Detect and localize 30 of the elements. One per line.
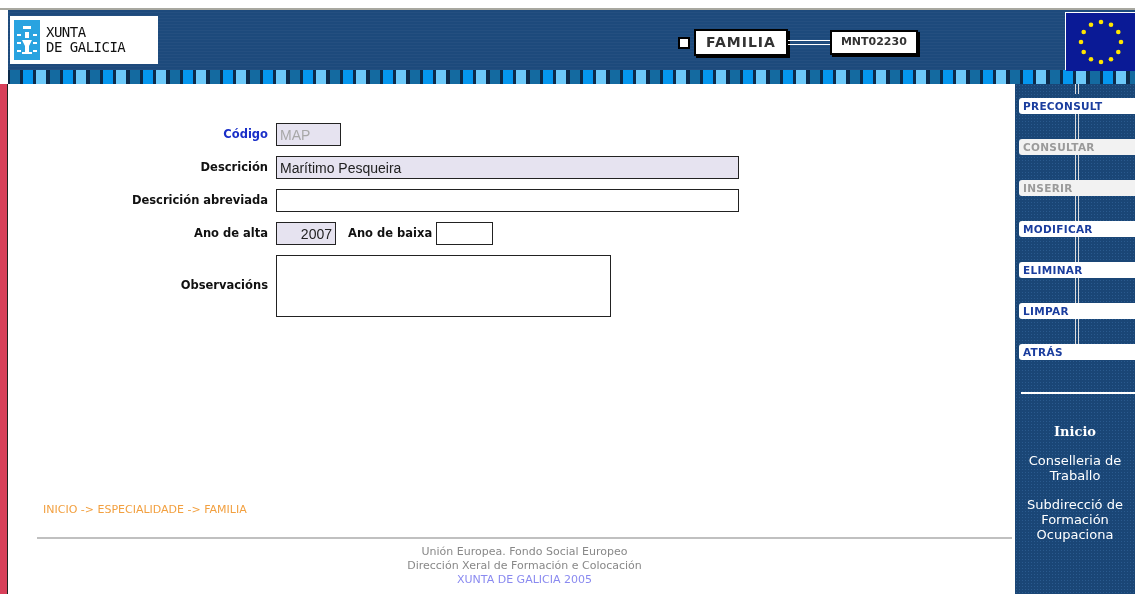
field-label: Ano de alta: [193, 224, 269, 242]
field-label: Ano de baixa: [348, 224, 433, 242]
input-field[interactable]: [276, 189, 739, 212]
flag-icon: [1066, 13, 1135, 71]
page-title: FAMILIA: [694, 29, 788, 56]
sidebar-link[interactable]: Conselleria de Traballo: [1015, 453, 1135, 483]
memo-field[interactable]: [276, 255, 611, 317]
logo-text: XUNTA DE GALICIA: [46, 25, 126, 55]
field-label: Código: [222, 125, 269, 143]
action-button[interactable]: MODIFICAR: [1019, 221, 1135, 237]
footer-text: Dirección Xeral de Formación e Colocación: [406, 559, 643, 573]
action-button[interactable]: ELIMINAR: [1019, 262, 1135, 278]
field-label: Descrición abreviada: [130, 191, 269, 209]
input-field[interactable]: [436, 222, 494, 245]
input-field[interactable]: 2007: [276, 222, 336, 245]
field-label: Observacións: [179, 277, 269, 295]
action-button[interactable]: PRECONSULT: [1019, 98, 1135, 114]
sidebar-link[interactable]: Inicio: [1015, 424, 1135, 439]
footer-text: XUNTA DE GALICIA 2005: [456, 573, 593, 587]
square-icon: [678, 36, 690, 49]
action-button[interactable]: ATRÁS: [1019, 344, 1135, 360]
action-button[interactable]: LIMPAR: [1019, 303, 1135, 319]
sidebar-link[interactable]: Subdirecció de Formación Ocupaciona: [1015, 497, 1135, 542]
screen-code: MNT02230: [829, 30, 918, 55]
field-label: Descrición: [199, 158, 269, 176]
breadcrumb-text: INICIO -> ESPECIALIDADE -> FAMILIA: [43, 502, 247, 518]
input-field[interactable]: Marítimo Pesqueira: [276, 156, 739, 179]
crest-icon: [14, 20, 40, 60]
connector-line: [787, 40, 830, 45]
footer-text: Unión Europea. Fondo Social Europeo: [420, 545, 629, 559]
